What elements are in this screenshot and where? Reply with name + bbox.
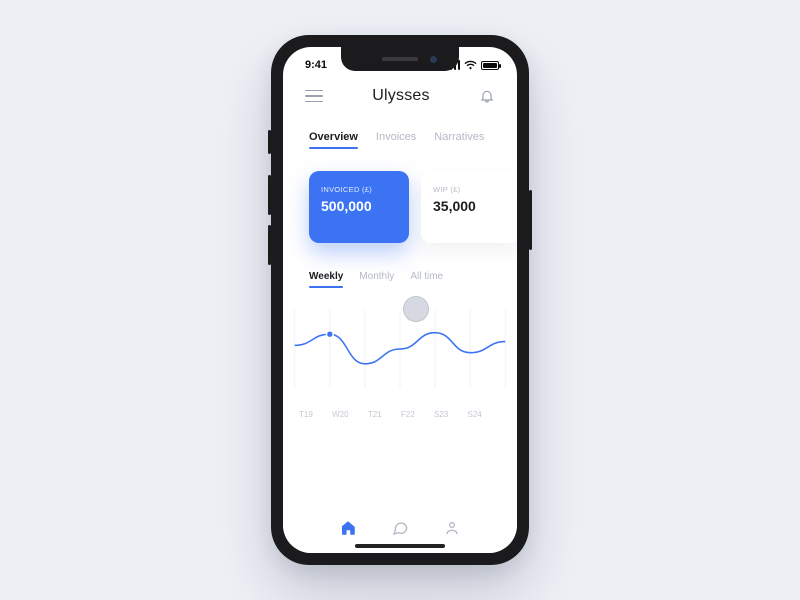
period-tabs: Weekly Monthly All time xyxy=(283,243,517,296)
speaker xyxy=(382,57,418,61)
home-indicator[interactable] xyxy=(355,544,445,548)
nav-profile-icon[interactable] xyxy=(443,519,461,537)
x-tick: S24 xyxy=(467,410,481,419)
x-tick: S23 xyxy=(434,410,448,419)
period-tab-weekly[interactable]: Weekly xyxy=(309,271,343,288)
nav-home-icon[interactable] xyxy=(339,519,357,537)
touch-indicator xyxy=(403,296,429,322)
battery-icon xyxy=(481,61,499,70)
x-tick: T21 xyxy=(368,410,382,419)
section-tabs: Overview Invoices Narratives xyxy=(283,111,517,157)
wifi-icon xyxy=(464,60,477,70)
nav-chat-icon[interactable] xyxy=(391,519,409,537)
status-time: 9:41 xyxy=(299,59,327,71)
card-wip-value: 35,000 xyxy=(433,198,509,214)
volume-up-button xyxy=(268,175,271,215)
card-wip-label: WIP (£) xyxy=(433,185,509,194)
card-wip[interactable]: WIP (£) 35,000 xyxy=(421,171,517,243)
front-camera xyxy=(430,56,437,63)
menu-icon[interactable] xyxy=(305,90,323,103)
mute-switch xyxy=(268,130,271,154)
page-title: Ulysses xyxy=(372,87,429,105)
x-tick: F22 xyxy=(401,410,415,419)
chart-area: T19 W20 T21 F22 S23 S24 xyxy=(283,296,517,419)
period-tab-alltime[interactable]: All time xyxy=(410,271,443,288)
screen: 9:41 Ulysses Overview Invoices Narrative… xyxy=(283,47,517,553)
phone-frame: 9:41 Ulysses Overview Invoices Narrative… xyxy=(271,35,529,565)
x-tick: T19 xyxy=(299,410,313,419)
period-tab-monthly[interactable]: Monthly xyxy=(359,271,394,288)
card-invoiced-label: INVOICED (£) xyxy=(321,185,397,194)
line-chart[interactable] xyxy=(287,304,513,394)
tab-narratives[interactable]: Narratives xyxy=(434,131,484,149)
summary-cards[interactable]: INVOICED (£) 500,000 WIP (£) 35,000 xyxy=(283,157,517,243)
x-tick: W20 xyxy=(332,410,348,419)
notch xyxy=(341,47,459,71)
volume-down-button xyxy=(268,225,271,265)
power-button xyxy=(529,190,532,250)
notifications-icon[interactable] xyxy=(479,88,495,104)
tab-overview[interactable]: Overview xyxy=(309,131,358,149)
app-header: Ulysses xyxy=(283,83,517,111)
card-invoiced[interactable]: INVOICED (£) 500,000 xyxy=(309,171,409,243)
tab-invoices[interactable]: Invoices xyxy=(376,131,416,149)
card-invoiced-value: 500,000 xyxy=(321,198,397,214)
chart-x-axis: T19 W20 T21 F22 S23 S24 xyxy=(287,394,513,419)
